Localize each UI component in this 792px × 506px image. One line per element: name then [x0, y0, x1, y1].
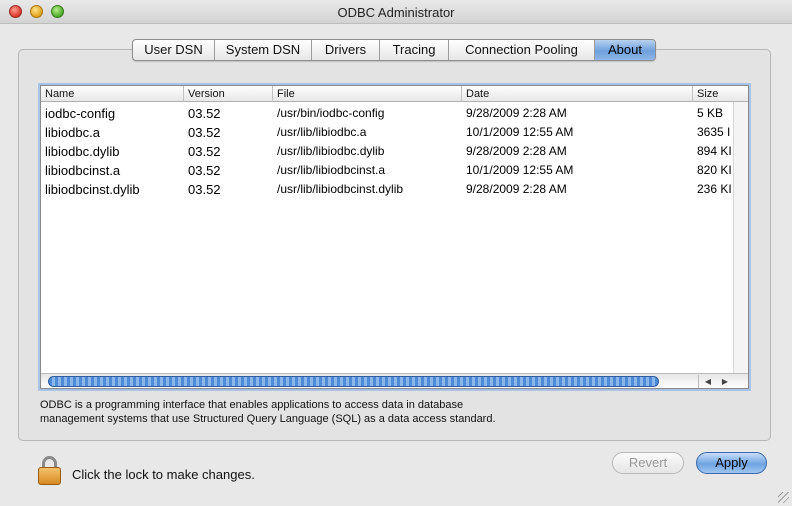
- horizontal-scroll-thumb[interactable]: [48, 376, 659, 387]
- cell-size: 5 KB: [697, 106, 724, 120]
- table-row[interactable]: iodbc-config 03.52 /usr/bin/iodbc-config…: [41, 104, 733, 123]
- cell-file: /usr/bin/iodbc-config: [277, 106, 385, 120]
- cell-file: /usr/lib/libiodbc.a: [277, 125, 367, 139]
- cell-file: /usr/lib/libiodbcinst.dylib: [277, 182, 404, 196]
- column-header-file[interactable]: File: [273, 86, 462, 102]
- cell-date: 10/1/2009 12:55 AM: [466, 125, 574, 139]
- scroll-right-arrow-icon[interactable]: ▶: [717, 375, 733, 388]
- title-bar[interactable]: ODBC Administrator: [0, 0, 792, 24]
- table-row[interactable]: libiodbc.a 03.52 /usr/lib/libiodbc.a 10/…: [41, 123, 733, 142]
- cell-size: 3635 I: [697, 125, 731, 139]
- apply-button[interactable]: Apply: [696, 452, 767, 474]
- cell-version: 03.52: [188, 144, 221, 159]
- tab-system-dsn[interactable]: System DSN: [215, 40, 312, 60]
- cell-version: 03.52: [188, 163, 221, 178]
- revert-button[interactable]: Revert: [612, 452, 684, 474]
- cell-version: 03.52: [188, 125, 221, 140]
- cell-version: 03.52: [188, 106, 221, 121]
- table-header: Name Version File Date Size: [41, 86, 748, 102]
- cell-name: libiodbcinst.a: [45, 163, 121, 178]
- tab-bar: User DSN System DSN Drivers Tracing Conn…: [132, 39, 656, 61]
- column-header-version[interactable]: Version: [184, 86, 273, 102]
- table-row[interactable]: libiodbcinst.dylib 03.52 /usr/lib/libiod…: [41, 180, 733, 199]
- cell-date: 9/28/2009 2:28 AM: [466, 182, 567, 196]
- cell-name: libiodbc.dylib: [45, 144, 120, 159]
- cell-name: iodbc-config: [45, 106, 116, 121]
- description-line-2: management systems that use Structured Q…: [40, 413, 496, 425]
- cell-date: 9/28/2009 2:28 AM: [466, 144, 567, 158]
- lock-message: Click the lock to make changes.: [72, 467, 255, 482]
- column-header-date[interactable]: Date: [462, 86, 693, 102]
- tab-user-dsn[interactable]: User DSN: [133, 40, 215, 60]
- scroll-left-arrow-icon[interactable]: ◀: [700, 375, 716, 388]
- window-title: ODBC Administrator: [337, 5, 455, 20]
- cell-size: 894 KI: [697, 144, 732, 158]
- cell-size: 236 KI: [697, 182, 732, 196]
- cell-name: libiodbcinst.dylib: [45, 182, 140, 197]
- cell-date: 9/28/2009 2:28 AM: [466, 106, 567, 120]
- cell-version: 03.52: [188, 182, 221, 197]
- horizontal-scrollbar[interactable]: ◀ ▶: [41, 373, 748, 388]
- tab-connection-pooling[interactable]: Connection Pooling: [449, 40, 595, 60]
- table-row[interactable]: libiodbc.dylib 03.52 /usr/lib/libiodbc.d…: [41, 142, 733, 161]
- vertical-scrollbar[interactable]: [733, 102, 748, 373]
- lock-icon[interactable]: [38, 456, 61, 486]
- table-row[interactable]: libiodbcinst.a 03.52 /usr/lib/libiodbcin…: [41, 161, 733, 180]
- tab-about[interactable]: About: [595, 40, 655, 60]
- resize-grip-icon[interactable]: [778, 492, 789, 503]
- scroll-arrows: ◀ ▶: [698, 375, 734, 388]
- cell-date: 10/1/2009 12:55 AM: [466, 163, 574, 177]
- cell-size: 820 KI: [697, 163, 732, 177]
- column-header-size[interactable]: Size: [693, 86, 733, 102]
- tab-drivers[interactable]: Drivers: [312, 40, 380, 60]
- tab-tracing[interactable]: Tracing: [380, 40, 449, 60]
- column-header-name[interactable]: Name: [41, 86, 184, 102]
- odbc-administrator-window: ODBC Administrator User DSN System DSN D…: [0, 0, 792, 506]
- components-table[interactable]: Name Version File Date Size iodbc-config…: [40, 85, 749, 389]
- cell-file: /usr/lib/libiodbc.dylib: [277, 144, 385, 158]
- odbc-description: ODBC is a programming interface that ena…: [40, 398, 600, 426]
- description-line-1: ODBC is a programming interface that ena…: [40, 399, 464, 411]
- cell-file: /usr/lib/libiodbcinst.a: [277, 163, 386, 177]
- cell-name: libiodbc.a: [45, 125, 100, 140]
